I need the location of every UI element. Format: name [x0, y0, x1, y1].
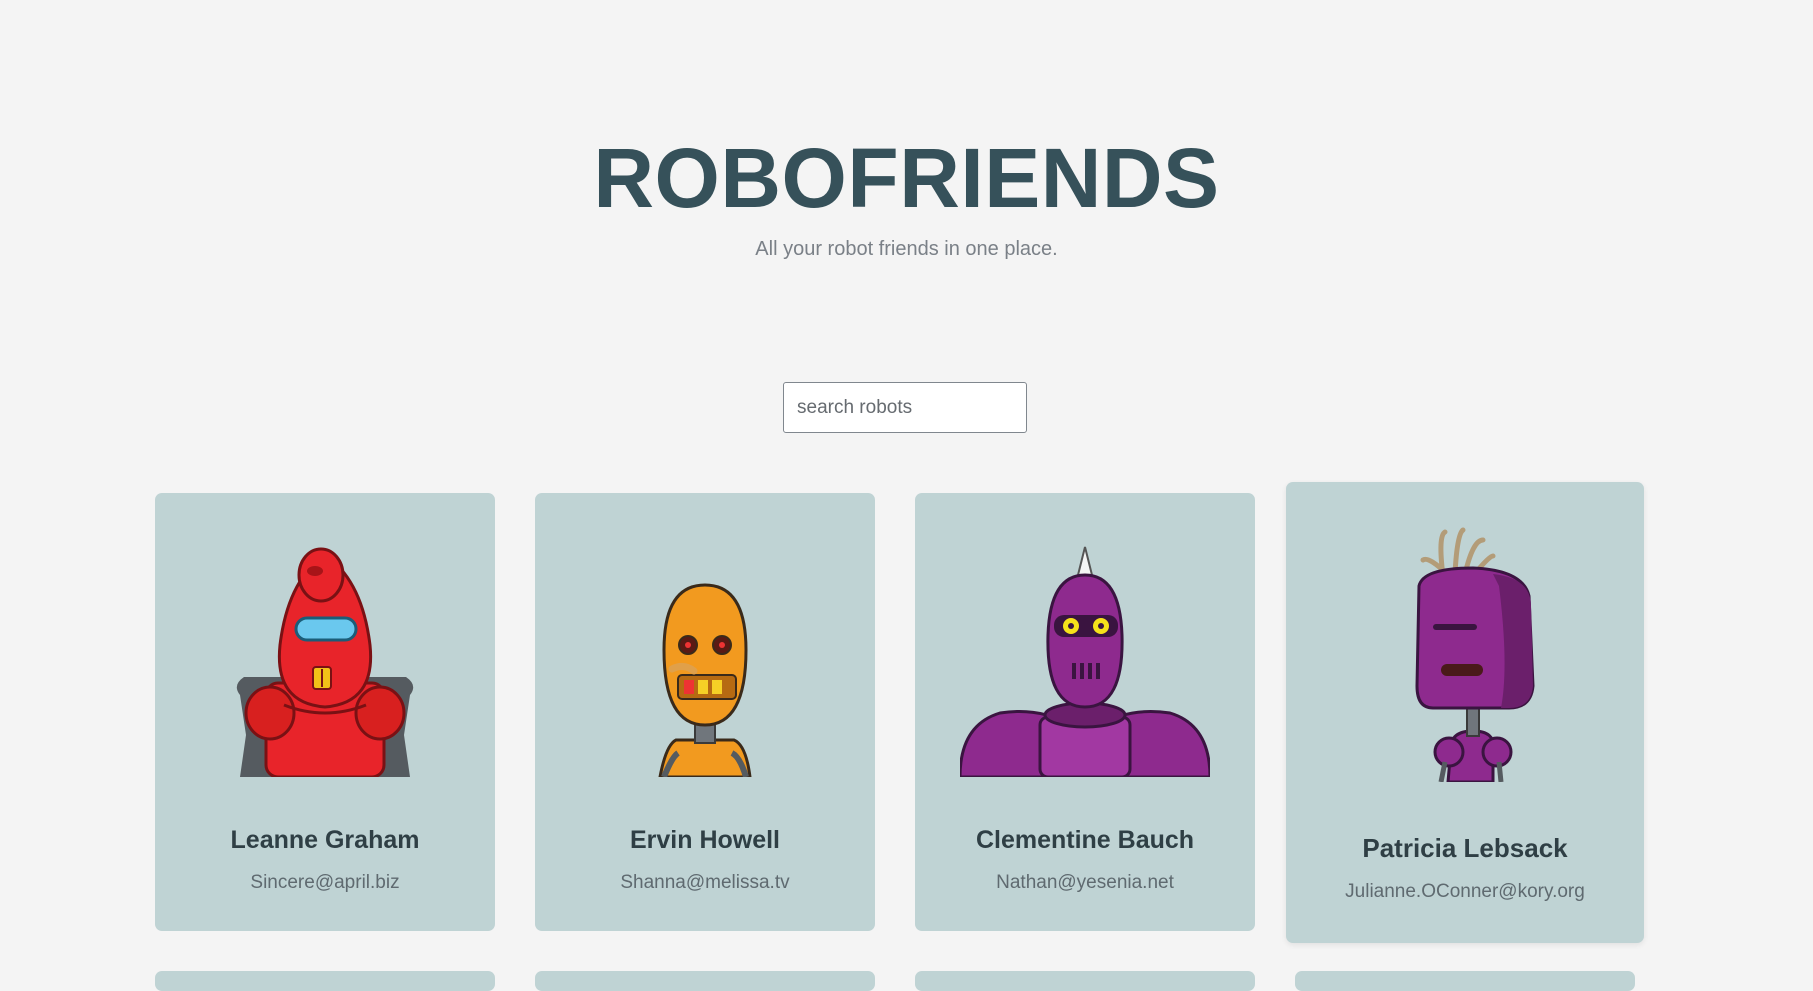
card-email: Julianne.OConner@kory.org — [1345, 881, 1585, 902]
page-subtitle: All your robot friends in one place. — [755, 238, 1058, 260]
card-email: Nathan@yesenia.net — [996, 872, 1174, 893]
robot-card-peek[interactable] — [535, 971, 875, 991]
robot-card-peek[interactable] — [1295, 971, 1635, 991]
card-name: Ervin Howell — [629, 826, 781, 854]
robot-card[interactable]: Clementine Bauch Nathan@yesenia.net — [915, 493, 1255, 931]
robot-card[interactable]: Patricia Lebsack Julianne.OConner@kory.o… — [1286, 482, 1644, 943]
robot-card[interactable]: Ervin Howell Shanna@melissa.tv — [535, 493, 875, 931]
card-email: Sincere@april.biz — [250, 872, 400, 893]
card-name: Patricia Lebsack — [1362, 833, 1568, 863]
robot-avatar — [236, 547, 414, 777]
robot-card-peek[interactable] — [915, 971, 1255, 991]
card-name: Clementine Bauch — [975, 826, 1195, 854]
search-input[interactable] — [783, 382, 1027, 433]
robot-avatar — [1415, 527, 1535, 782]
robot-avatar — [960, 546, 1210, 777]
robot-card[interactable]: Leanne Graham Sincere@april.biz — [155, 493, 495, 931]
card-name: Leanne Graham — [230, 826, 420, 854]
robot-card-peek[interactable] — [155, 971, 495, 991]
robot-avatar — [658, 583, 752, 777]
card-email: Shanna@melissa.tv — [620, 872, 790, 893]
page-title: ROBOFRIENDS — [593, 131, 1220, 225]
